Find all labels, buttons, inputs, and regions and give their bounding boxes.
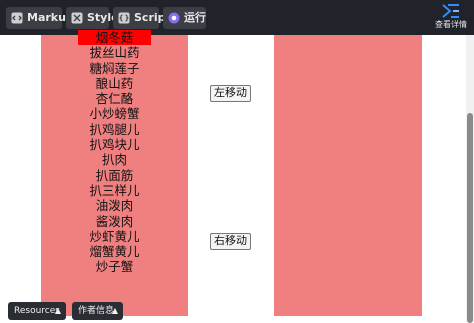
right-list-panel [274, 35, 422, 316]
run-icon [168, 12, 180, 24]
list-item[interactable]: 酿山药 [41, 76, 188, 91]
resources-label: Resources [14, 306, 60, 316]
list-item[interactable]: 杏仁酪 [41, 91, 188, 106]
list-item[interactable]: 扒鸡块儿 [41, 137, 188, 152]
tab-markup[interactable]: Markup [6, 7, 62, 29]
vertical-scrollbar[interactable] [466, 35, 474, 322]
chevron-up-icon: ▲ [55, 302, 61, 320]
markup-icon [11, 12, 23, 24]
author-info-label: 作者信息 [78, 306, 114, 316]
list-item[interactable]: 拔丝山药 [41, 45, 188, 60]
list-item[interactable]: 扒鸡腿儿 [41, 122, 188, 137]
run-button[interactable]: 运行 [163, 7, 206, 29]
style-icon [71, 12, 83, 24]
list-item[interactable]: 扒面筋 [41, 168, 188, 183]
run-label: 运行 [184, 11, 206, 24]
list-item[interactable]: 扒三样儿 [41, 183, 188, 198]
chevron-up-icon: ▲ [112, 302, 118, 320]
view-details-label: 查看详情 [434, 19, 468, 30]
list-item[interactable]: 油泼肉 [41, 198, 188, 213]
move-right-button[interactable]: 右移动 [210, 233, 251, 250]
view-details-icon [442, 4, 460, 18]
move-left-button[interactable]: 左移动 [210, 85, 251, 102]
view-details-button[interactable]: 查看详情 [434, 4, 468, 32]
list-item[interactable]: 炒子蟹 [41, 259, 188, 274]
tab-script[interactable]: Script [113, 7, 159, 29]
list-item[interactable]: 烟冬菇 [78, 30, 151, 45]
resources-button[interactable]: Resources ▲ [8, 302, 66, 320]
author-info-button[interactable]: 作者信息 ▲ [72, 302, 123, 320]
scrollbar-thumb[interactable] [467, 113, 473, 323]
tab-style[interactable]: Style [66, 7, 109, 29]
list-item[interactable]: 炒虾黄儿 [41, 229, 188, 244]
list-item[interactable]: 小炒螃蟹 [41, 106, 188, 121]
list-item[interactable]: 熘蟹黄儿 [41, 244, 188, 259]
list-item[interactable]: 糖焖莲子 [41, 61, 188, 76]
list-item[interactable]: 扒肉 [41, 152, 188, 167]
left-item-list: 烟冬菇 拔丝山药 糖焖莲子 酿山药 杏仁酪 小炒螃蟹 扒鸡腿儿 扒鸡块儿 扒肉 … [41, 30, 188, 275]
script-icon [118, 12, 130, 24]
list-item[interactable]: 酱泼肉 [41, 214, 188, 229]
